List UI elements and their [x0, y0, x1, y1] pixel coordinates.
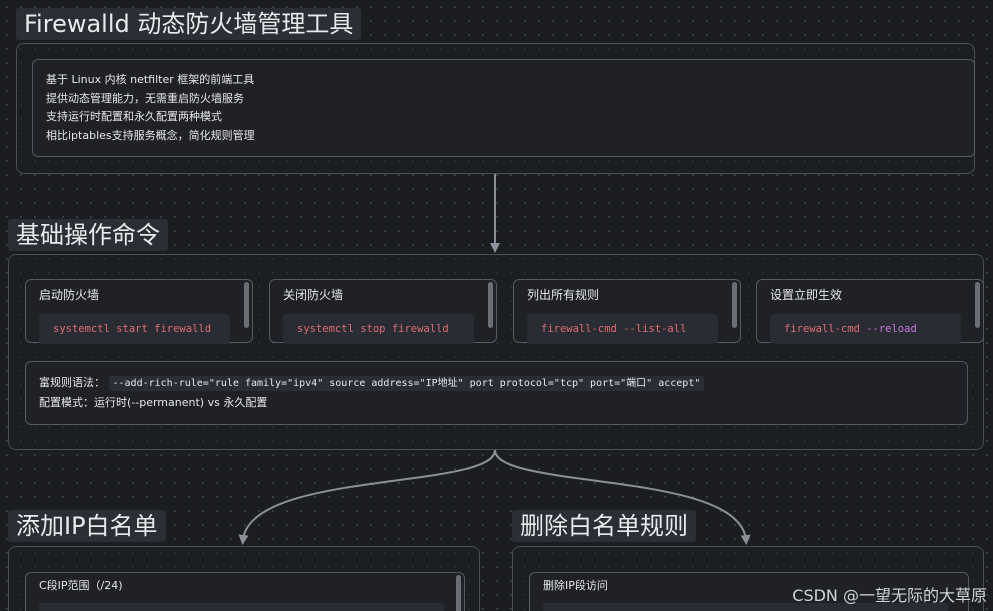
edge-basic-ops-to-whitelist-add	[238, 449, 496, 545]
command-card-reload: 设置立即生效 firewall-cmd --reload	[756, 279, 984, 344]
command-title: 启动防火墙	[39, 288, 100, 302]
command-code: systemctl stop firewalld	[283, 314, 474, 344]
intro-line: 支持运行时配置和永久配置两种模式	[46, 110, 222, 123]
card-scrollbar[interactable]	[488, 282, 493, 328]
command-code-flag: --reload	[866, 323, 917, 335]
intro-line: 提供动态管理能力，无需重启防火墙服务	[46, 91, 244, 105]
basic-ops-frame: 启动防火墙 systemctl start firewalld 关闭防火墙 sy…	[8, 254, 984, 450]
rich-rule-label: 富规则语法：	[39, 376, 105, 389]
command-title: 设置立即生效	[770, 288, 843, 302]
whitelist-add-card: C段IP范围（/24)	[25, 572, 465, 611]
command-code: firewall-cmd --list-all	[527, 314, 718, 344]
whitelist-remove-subtitle: 删除IP段访问	[543, 579, 608, 592]
card-scrollbar[interactable]	[732, 282, 737, 328]
config-mode-line: 配置模式：运行时(--permanent) vs 永久配置	[39, 395, 268, 409]
card-scrollbar[interactable]	[244, 282, 249, 328]
firewalld-title: Firewalld 动态防火墙管理工具	[16, 8, 362, 40]
command-code: systemctl start firewalld	[39, 314, 230, 344]
firewalld-frame: 基于 Linux 内核 netfilter 框架的前端工具 提供动态管理能力，无…	[16, 43, 975, 174]
command-card-stop: 关闭防火墙 systemctl stop firewalld	[269, 279, 497, 344]
command-code-main: firewall-cmd	[784, 323, 867, 335]
whitelist-add-subtitle: C段IP范围（/24)	[39, 579, 123, 592]
command-card-list-all: 列出所有规则 firewall-cmd --list-all	[513, 279, 741, 344]
whitelist-remove-title: 删除白名单规则	[512, 510, 696, 542]
command-card-start: 启动防火墙 systemctl start firewalld	[25, 279, 253, 344]
rich-rule-line: 富规则语法： --add-rich-rule="rule family="ipv…	[39, 374, 967, 394]
csdn-watermark: CSDN @一望无际的大草原	[792, 586, 987, 605]
intro-line: 相比iptables支持服务概念，简化规则管理	[46, 128, 255, 142]
card-scrollbar[interactable]	[456, 575, 461, 611]
basic-ops-title: 基础操作命令	[8, 219, 168, 251]
rich-rule-card: 富规则语法： --add-rich-rule="rule family="ipv…	[25, 361, 968, 425]
command-title: 关闭防火墙	[283, 288, 344, 302]
command-code: firewall-cmd --reload	[770, 314, 961, 344]
whitelist-add-title: 添加IP白名单	[8, 510, 166, 542]
firewalld-intro-card: 基于 Linux 内核 netfilter 框架的前端工具 提供动态管理能力，无…	[32, 59, 975, 157]
rich-rule-code: --add-rich-rule="rule family="ipv4" sour…	[108, 376, 705, 391]
whitelist-add-frame: C段IP范围（/24)	[8, 546, 480, 611]
card-scrollbar[interactable]	[975, 282, 980, 328]
whitelist-add-code	[39, 603, 444, 611]
command-title: 列出所有规则	[527, 288, 600, 302]
intro-line: 基于 Linux 内核 netfilter 框架的前端工具	[46, 73, 255, 86]
